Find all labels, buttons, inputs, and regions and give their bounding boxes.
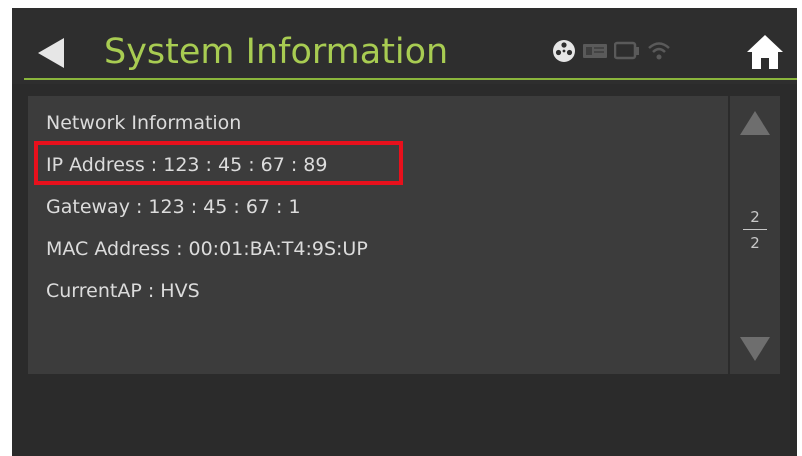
wifi-icon [646,40,672,66]
device-screen: System Information Network Information I… [12,8,797,456]
mac-address-line: MAC Address : 00:01:BA:T4:9S:UP [46,238,368,260]
page-title: System Information [104,32,449,72]
page-indicator: 2 2 [730,208,780,252]
page-divider [743,229,767,230]
current-ap-line: CurrentAP : HVS [46,280,200,302]
card-icon [582,42,608,64]
triangle-up-icon [738,111,772,142]
home-button[interactable] [745,32,785,72]
status-icons [552,36,672,70]
gateway-line: Gateway : 123 : 45 : 67 : 1 [46,196,301,218]
back-arrow-icon [34,36,68,70]
scroll-up-button[interactable] [738,108,772,138]
scrollbar: 2 2 [730,96,780,374]
triangle-down-icon [738,337,772,368]
ip-address-highlight [34,141,403,185]
device-icon [613,40,640,66]
page-total: 2 [750,234,760,252]
bottom-area [12,380,797,456]
header-divider [24,78,797,80]
section-title: Network Information [46,112,242,134]
scroll-down-button[interactable] [738,334,772,364]
back-button[interactable] [34,36,68,70]
header-bar: System Information [12,8,797,84]
disc-icon [552,39,576,67]
home-icon [745,35,785,76]
info-panel: Network Information IP Address : 123 : 4… [28,96,728,374]
page-current: 2 [750,208,760,226]
